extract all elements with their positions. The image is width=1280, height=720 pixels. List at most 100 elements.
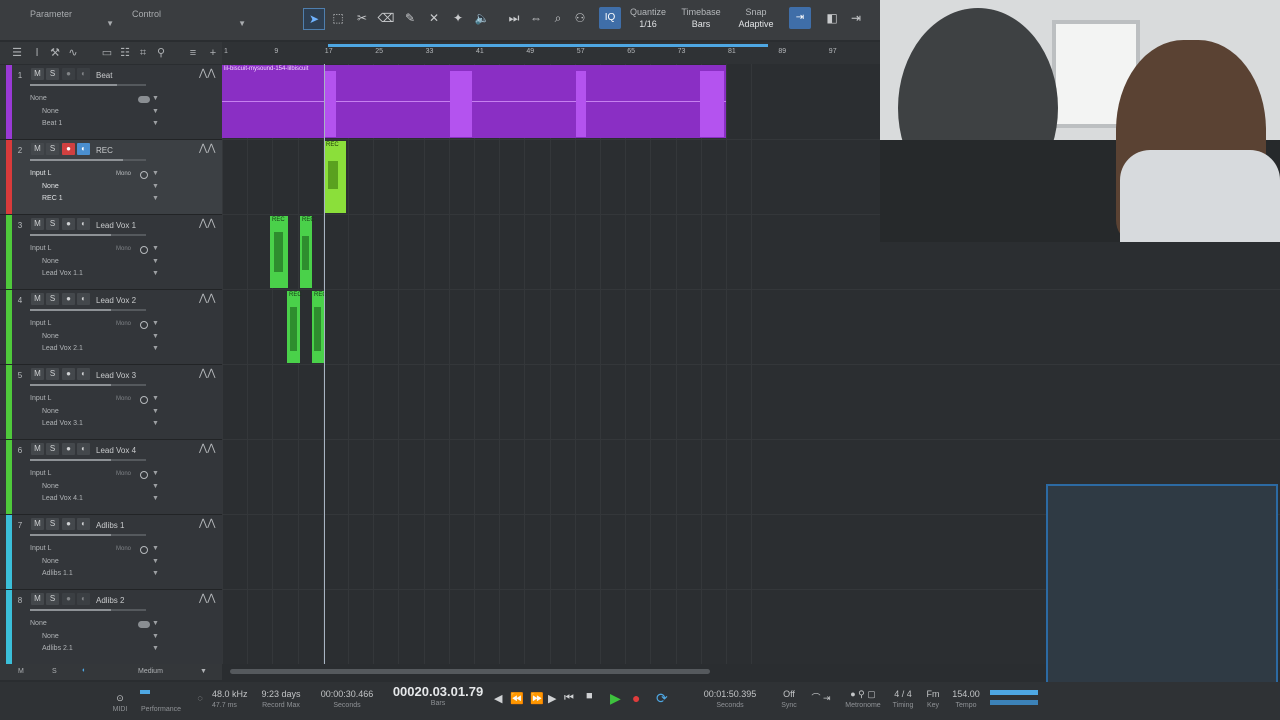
input-selector[interactable]: Input L	[30, 245, 51, 252]
metronome-control[interactable]: ● ⚲ ▢ Metronome	[840, 688, 886, 712]
monitor-icon[interactable]: ◐	[82, 667, 86, 674]
global-mute-button[interactable]: M	[18, 668, 24, 675]
layer-selector[interactable]: Lead Vox 2.1	[42, 345, 83, 352]
menu-icon[interactable]: ☰	[10, 46, 24, 60]
record-arm-button[interactable]: ●	[62, 218, 75, 230]
monitor-button[interactable]: ◐	[77, 143, 90, 155]
key-control[interactable]: Fm Key	[920, 688, 946, 712]
layer-selector[interactable]: Adlibs 1.1	[42, 570, 73, 577]
rewind-icon[interactable]: ⏪	[510, 692, 524, 705]
ring-icon[interactable]	[140, 321, 148, 329]
layer-selector[interactable]: Lead Vox 3.1	[42, 420, 83, 427]
midi-indicator[interactable]: ⊙ MIDI	[110, 692, 130, 716]
split-tool-icon[interactable]: ✂	[352, 8, 372, 28]
waveform-icon[interactable]: ⋀⋀	[199, 368, 215, 379]
waveform-icon[interactable]: ⋀⋀	[199, 518, 215, 529]
performance-meter[interactable]: Performance	[138, 688, 184, 716]
record-arm-button[interactable]: ●	[62, 593, 75, 605]
input-selector[interactable]: Input L	[30, 395, 51, 402]
toggle-switch[interactable]	[138, 621, 150, 628]
global-solo-button[interactable]: S	[52, 668, 57, 675]
track-row[interactable]: 4 M S ● ◐ Lead Vox 2 ⋀⋀ Input L Mono ▼ N…	[0, 290, 222, 365]
audio-event-vox[interactable]: REC	[312, 291, 327, 363]
output-selector[interactable]: None	[42, 258, 59, 265]
input-selector[interactable]: Input L	[30, 545, 51, 552]
playhead[interactable]	[324, 64, 325, 664]
mute-tool-icon[interactable]: ✕	[424, 8, 444, 28]
track-row[interactable]: 3 M S ● ◐ Lead Vox 1 ⋀⋀ Input L Mono ▼ N…	[0, 215, 222, 290]
output-selector[interactable]: None	[42, 633, 59, 640]
loop-end-icon[interactable]: ▶	[548, 692, 556, 705]
record-arm-button[interactable]: ●	[62, 293, 75, 305]
loop-button[interactable]: ⟳	[656, 690, 668, 707]
parameter-dropdown[interactable]: Parameter ▼	[0, 3, 120, 31]
solo-button[interactable]: S	[46, 368, 59, 380]
volume-fader[interactable]	[30, 84, 146, 86]
loop-range[interactable]	[328, 44, 768, 47]
ring-icon[interactable]	[140, 171, 148, 179]
input-selector[interactable]: None	[30, 620, 47, 627]
audio-event-vox[interactable]: REC	[300, 216, 315, 288]
solo-button[interactable]: S	[46, 518, 59, 530]
quantize-selector[interactable]: Quantize 1/16	[626, 6, 670, 30]
return-to-zero-icon[interactable]: ⏮	[564, 692, 574, 705]
toggle-switch[interactable]	[138, 96, 150, 103]
monitor-button[interactable]: ◐	[77, 518, 90, 530]
ring-icon[interactable]	[140, 471, 148, 479]
layer-selector[interactable]: Beat 1	[42, 120, 62, 127]
timeline-ruler[interactable]: 1 9 17 25 33 41 49 57 65 73 81 89 97	[222, 42, 880, 64]
track-name[interactable]: Adlibs 1	[96, 521, 124, 530]
sync-control[interactable]: Off Sync	[774, 688, 804, 712]
track-name[interactable]: Lead Vox 3	[96, 371, 136, 380]
ring-icon[interactable]	[140, 546, 148, 554]
solo-button[interactable]: S	[46, 143, 59, 155]
output-selector[interactable]: None	[42, 483, 59, 490]
monitor-button[interactable]: ◐	[77, 218, 90, 230]
record-arm-button[interactable]: ●	[62, 143, 75, 155]
audio-event-beat[interactable]: lil-biscuit-mysound-154-lilbiscuit	[222, 65, 726, 138]
control-dropdown[interactable]: Control ▼	[120, 3, 252, 31]
record-arm-button[interactable]: ●	[62, 68, 75, 80]
mute-button[interactable]: M	[31, 293, 44, 305]
volume-fader[interactable]	[30, 309, 146, 311]
waveform-icon[interactable]: ⋀⋀	[199, 218, 215, 229]
waveform-icon[interactable]: ⋀⋀	[199, 443, 215, 454]
eraser-tool-icon[interactable]: ⌫	[376, 8, 396, 28]
input-selector[interactable]: Input L	[30, 470, 51, 477]
volume-fader[interactable]	[30, 609, 146, 611]
arrow-tool-icon[interactable]: ➤	[303, 8, 325, 30]
autoscroll-icon[interactable]: ⚇	[570, 8, 590, 28]
track-name[interactable]: Lead Vox 4	[96, 446, 136, 455]
zoom-icon[interactable]: ⌕	[548, 8, 568, 28]
metronome-options-icon[interactable]: ⌒ ⇥	[806, 692, 836, 704]
snap-selector[interactable]: Snap Adaptive	[732, 6, 780, 30]
paint-tool-icon[interactable]: ✎	[400, 8, 420, 28]
solo-button[interactable]: S	[46, 443, 59, 455]
waveform-icon[interactable]: ⋀⋀	[199, 68, 215, 79]
layer-selector[interactable]: Lead Vox 4.1	[42, 495, 83, 502]
inspector-icon[interactable]: ǀ	[30, 46, 44, 60]
monitor-button[interactable]: ◐	[77, 293, 90, 305]
waveform-icon[interactable]: ⋀⋀	[199, 593, 215, 604]
monitor-button[interactable]: ◐	[77, 368, 90, 380]
layer-selector[interactable]: Adlibs 2.1	[42, 645, 73, 652]
track-height-selector[interactable]: Medium	[138, 668, 163, 675]
track-name[interactable]: Lead Vox 1	[96, 221, 136, 230]
monitor-button[interactable]: ◐	[77, 443, 90, 455]
pin-icon[interactable]: ⌗	[136, 46, 150, 60]
bars-display[interactable]: 00020.03.01.79 Bars	[388, 685, 488, 710]
link-icon[interactable]: ⚲	[154, 46, 168, 60]
monitor-button[interactable]: ◐	[77, 68, 90, 80]
output-selector[interactable]: None	[42, 108, 59, 115]
audio-event-vox[interactable]: REC	[287, 291, 302, 363]
track-row[interactable]: 1 M S ● ◐ Beat ⋀⋀ None ▼ None ▼ Beat 1 ▼	[0, 65, 222, 140]
horizontal-scrollbar[interactable]	[230, 669, 710, 674]
track-name[interactable]: Lead Vox 2	[96, 296, 136, 305]
track-row[interactable]: 6 M S ● ◐ Lead Vox 4 ⋀⋀ Input L Mono ▼ N…	[0, 440, 222, 515]
stretch-icon[interactable]: ⇔	[526, 8, 546, 28]
ring-icon[interactable]	[140, 246, 148, 254]
range-tool-icon[interactable]: ⬚	[328, 8, 348, 28]
waveform-icon[interactable]: ⋀⋀	[199, 143, 215, 154]
track-row[interactable]: 8 M S ● ◐ Adlibs 2 ⋀⋀ None ▼ None ▼ Adli…	[0, 590, 222, 665]
list-icon[interactable]: ≡	[186, 46, 200, 60]
